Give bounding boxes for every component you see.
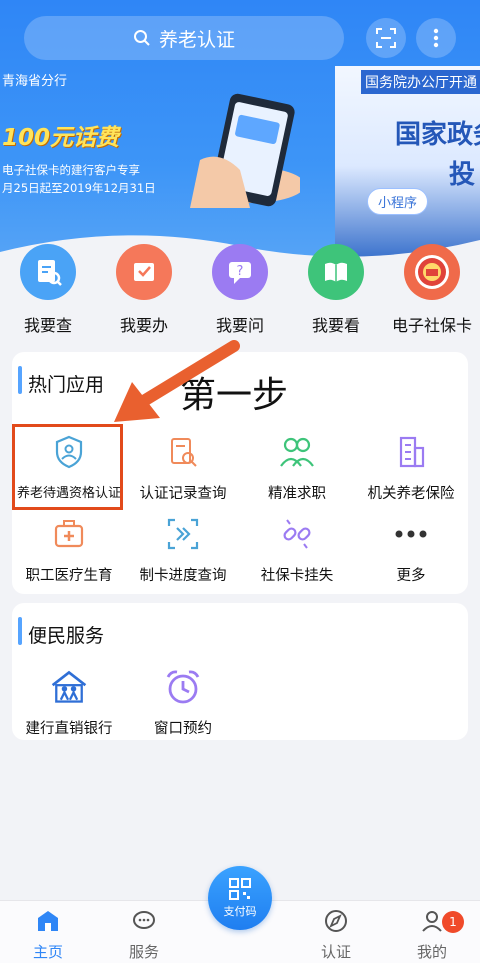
- tray-check-icon: [116, 244, 172, 300]
- policy-banner-title: 国家政务: [395, 120, 480, 150]
- quick-item-handle[interactable]: 我要办: [96, 244, 192, 336]
- hot-apps-title: 热门应用: [28, 374, 105, 396]
- phone-in-hand-image: [190, 93, 300, 208]
- service-label: 窗口预约: [154, 721, 212, 737]
- clipboard-search-icon: [163, 432, 203, 472]
- app-label: 精准求职: [268, 486, 326, 502]
- app-label: 制卡进度查询: [139, 568, 227, 584]
- quick-item-label: 我要看: [311, 316, 360, 335]
- banner-date: 月25日起至2019年12月31日: [2, 181, 156, 195]
- quick-item-label: 我要查: [23, 316, 72, 335]
- quick-item-label: 我要问: [215, 316, 264, 335]
- document-search-icon: [20, 244, 76, 300]
- search-icon: [133, 30, 150, 46]
- pay-code-button[interactable]: 支付码: [208, 866, 272, 930]
- tab-service[interactable]: 服务: [104, 909, 184, 962]
- service-appointment[interactable]: 窗口预约: [126, 667, 240, 738]
- medical-kit-icon: [49, 514, 89, 554]
- svg-text:?: ?: [237, 264, 244, 279]
- search-text: 养老认证: [158, 28, 235, 51]
- banner-promo: 100元话费: [2, 125, 120, 151]
- highlight-box: [12, 424, 123, 510]
- tab-auth-label: 认证: [320, 943, 351, 961]
- social-security-emblem-icon: [404, 244, 460, 300]
- quick-item-query[interactable]: 我要查: [0, 244, 96, 336]
- qr-code-icon: [229, 878, 251, 900]
- app-agency-pension[interactable]: 机关养老保险: [354, 432, 468, 503]
- home-icon: [38, 911, 58, 931]
- service-label: 建行直销银行: [25, 721, 113, 737]
- app-label: 认证记录查询: [139, 486, 227, 502]
- book-icon: [308, 244, 364, 300]
- quick-item-label: 电子社保卡: [391, 316, 472, 335]
- alarm-clock-icon: [163, 667, 203, 707]
- family-house-icon: [49, 667, 89, 707]
- scan-forward-icon: [163, 514, 203, 554]
- banner-branch: 青海省分行: [2, 74, 68, 89]
- tab-home[interactable]: 主页: [8, 909, 88, 962]
- search-bar[interactable]: 养老认证: [24, 16, 344, 60]
- scan-button[interactable]: [366, 18, 406, 58]
- app-more[interactable]: 更多: [354, 514, 468, 585]
- tab-service-label: 服务: [128, 943, 159, 961]
- tab-home-label: 主页: [32, 943, 63, 961]
- section-accent-bar: [18, 617, 22, 645]
- app-job-seeking[interactable]: 精准求职: [240, 432, 354, 503]
- people-icon: [277, 432, 317, 472]
- notification-badge: 1: [442, 911, 464, 933]
- more-horizontal-icon: [391, 514, 431, 554]
- section-accent-bar: [18, 366, 22, 394]
- service-direct-bank[interactable]: 建行直销银行: [12, 667, 126, 738]
- app-card-loss-report[interactable]: 社保卡挂失: [240, 514, 354, 585]
- banner-description: 电子社保卡的建行客户专享: [2, 163, 140, 177]
- app-card-progress[interactable]: 制卡进度查询: [126, 514, 240, 585]
- quick-item-read[interactable]: 我要看: [288, 244, 384, 336]
- question-bubble-icon: ?: [212, 244, 268, 300]
- more-menu-button[interactable]: [416, 18, 456, 58]
- pay-code-label: 支付码: [223, 905, 257, 918]
- mini-program-tag: 小程序: [367, 188, 429, 215]
- tab-auth[interactable]: 认证: [296, 909, 376, 962]
- services-title: 便民服务: [28, 625, 105, 647]
- app-label: 社保卡挂失: [260, 568, 334, 584]
- policy-banner-title-2: 投: [449, 160, 476, 190]
- app-label: 更多: [396, 568, 426, 584]
- app-auth-record-query[interactable]: 认证记录查询: [126, 432, 240, 503]
- more-vertical-icon: [433, 28, 439, 48]
- policy-banner-heading: 国务院办公厅开通: [361, 70, 480, 94]
- quick-entry-row: 我要查 我要办 ? 我要问 我要看 电子社保卡: [0, 244, 480, 339]
- app-medical-maternity[interactable]: 职工医疗生育: [12, 514, 126, 585]
- header-area: 养老认证 青海省分行 100元话费 电子社保卡的建行客户专享 月25日起至201…: [0, 0, 480, 275]
- compass-icon: [325, 910, 347, 932]
- building-icon: [391, 432, 431, 472]
- app-label: 机关养老保险: [367, 486, 455, 502]
- broken-link-icon: [277, 514, 317, 554]
- quick-item-label: 我要办: [119, 316, 168, 335]
- arrow-annotation-icon: [114, 340, 240, 422]
- scan-icon: [376, 28, 396, 48]
- quick-item-ask[interactable]: ? 我要问: [192, 244, 288, 336]
- app-label: 职工医疗生育: [25, 568, 113, 584]
- chat-bubble-icon: [133, 911, 155, 929]
- quick-item-ecard[interactable]: 电子社保卡: [384, 244, 480, 336]
- convenience-services-card: 便民服务 建行直销银行 窗口预约: [12, 603, 468, 740]
- tab-mine-label: 我的: [416, 943, 447, 961]
